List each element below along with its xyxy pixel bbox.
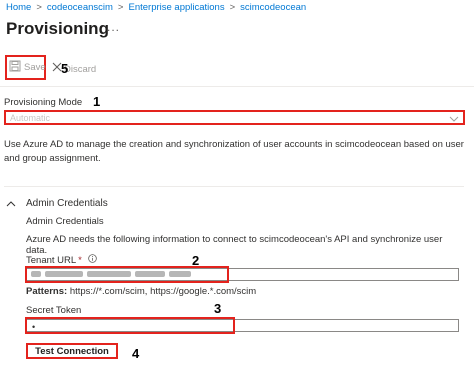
provisioning-mode-label: Provisioning Mode: [4, 97, 83, 108]
admin-credentials-section-label: Admin Credentials: [26, 197, 108, 209]
tenant-url-label: Tenant URL: [26, 254, 77, 266]
section-divider: [4, 186, 464, 187]
breadcrumb-home[interactable]: Home: [6, 2, 31, 13]
save-button[interactable]: Save: [5, 55, 46, 80]
page-title: Provisioning: [6, 19, 109, 38]
breadcrumb-separator: >: [229, 2, 236, 13]
secret-token-input[interactable]: •: [25, 317, 235, 334]
discard-button[interactable]: Discard: [51, 60, 96, 78]
info-icon[interactable]: [88, 254, 97, 266]
annotation-3: 3: [214, 301, 222, 316]
required-marker: *: [78, 254, 82, 266]
breadcrumb-tenant[interactable]: codeoceanscim: [47, 2, 113, 13]
tenant-url-input[interactable]: [25, 266, 229, 283]
annotation-4: 4: [132, 346, 140, 361]
provisioning-mode-dropdown[interactable]: Automatic: [4, 110, 465, 125]
provisioning-description: Use Azure AD to manage the creation and …: [4, 139, 464, 164]
patterns-value: https://*.com/scim, https://google.*.com…: [69, 286, 257, 297]
annotation-5: 5: [61, 61, 69, 76]
tenant-url-redacted-value: [27, 268, 227, 277]
provisioning-mode-value: Automatic: [10, 112, 51, 123]
tenant-url-label-row: Tenant URL *: [26, 254, 97, 266]
breadcrumb-enterprise-apps[interactable]: Enterprise applications: [128, 2, 224, 13]
patterns-label: Patterns:: [26, 286, 68, 297]
secret-token-label: Secret Token: [26, 305, 82, 316]
patterns-hint: Patterns: https://*.com/scim, https://go…: [26, 286, 256, 297]
save-icon: [9, 59, 21, 77]
discard-label: Discard: [64, 63, 97, 75]
chevron-down-icon: [449, 109, 459, 127]
chevron-up-icon: [6, 194, 16, 212]
breadcrumb-separator: >: [36, 2, 42, 13]
annotation-1: 1: [93, 94, 101, 109]
breadcrumb: Home > codeoceanscim > Enterprise applicatio…: [6, 2, 306, 13]
toolbar-divider: [0, 86, 474, 87]
save-label: Save: [24, 62, 46, 73]
breadcrumb-separator: >: [117, 2, 124, 13]
test-connection-button[interactable]: Test Connection: [26, 343, 118, 359]
breadcrumb-app[interactable]: scimcodeocean: [240, 2, 306, 13]
more-options-button[interactable]: ...: [107, 20, 120, 34]
admin-credentials-intro: Azure AD needs the following information…: [26, 234, 443, 256]
admin-credentials-heading: Admin Credentials: [26, 216, 104, 227]
admin-credentials-section-toggle[interactable]: Admin Credentials: [6, 194, 108, 212]
